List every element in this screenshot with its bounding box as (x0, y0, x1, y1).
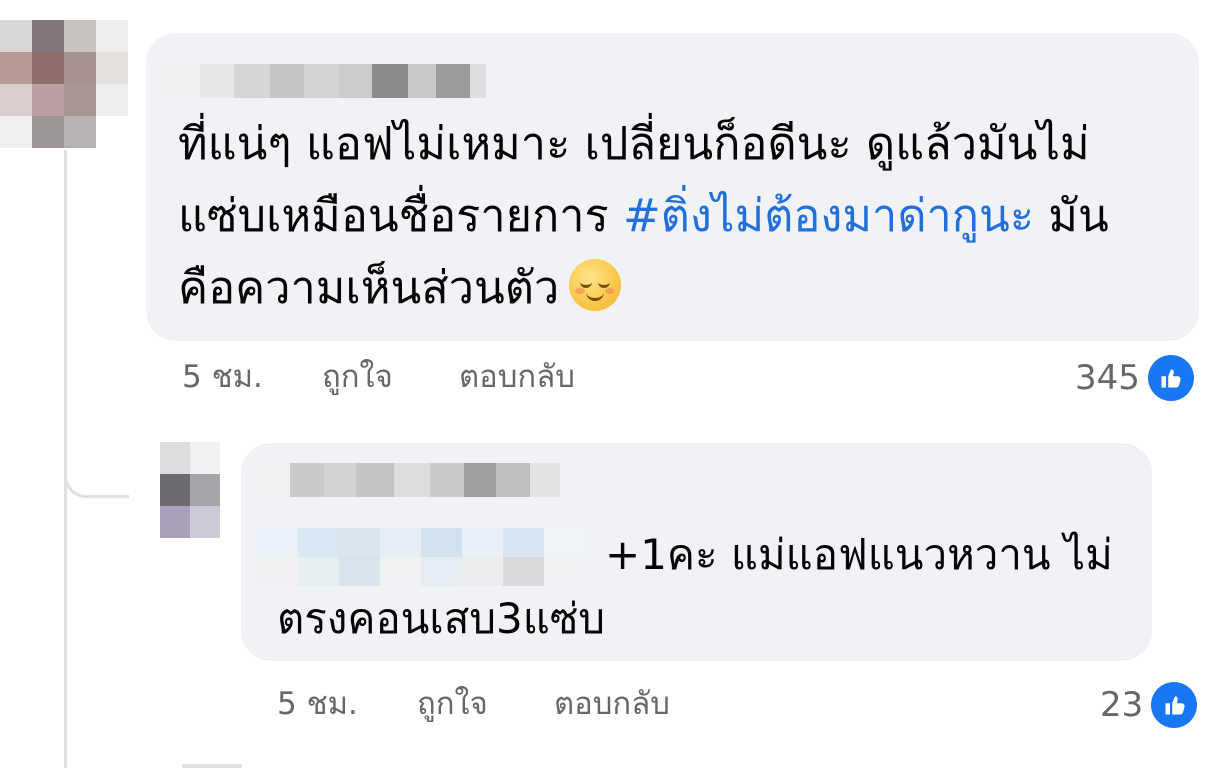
main-comment-text: ที่แน่ๆ แอฟไม่เหมาะ เปลี่ยนก็อดีนะ ดูแล้… (178, 108, 1157, 324)
reply-button[interactable]: ตอบกลับ (459, 357, 575, 397)
reply-comment-timestamp[interactable]: 5 ชม. (277, 684, 417, 724)
reaction-summary[interactable]: 345 (1075, 355, 1194, 401)
reply-avatar-blurred[interactable] (160, 442, 220, 538)
reply-reaction-count: 23 (1100, 685, 1144, 725)
like-button[interactable]: ถูกใจ (322, 357, 459, 397)
reply-connector-elbow (64, 425, 129, 498)
reply-comment-text-line-2: ตรงคอนเสบ3แซ่บ (277, 594, 605, 643)
commenter-name-blurred[interactable] (162, 64, 486, 98)
main-comment-bubble: ที่แน่ๆ แอฟไม่เหมาะ เปลี่ยนก็อดีนะ ดูแล้… (146, 33, 1199, 341)
reply-comment-actions: 5 ชม. ถูกใจ ตอบกลับ (277, 684, 670, 724)
reply-comment-bubble: +1คะ แม่แอฟแนวหวาน ไม่ ตรงคอนเสบ3แซ่บ (241, 443, 1152, 661)
comment-hashtag-link[interactable]: #ติ่งไม่ต้องมาด่ากูนะ (623, 189, 1034, 242)
like-thumb-icon (1147, 355, 1194, 401)
main-comment-actions: 5 ชม. ถูกใจ ตอบกลับ (182, 357, 575, 397)
reply-commenter-detail-blurred (257, 528, 585, 586)
reply-reply-button[interactable]: ตอบกลับ (554, 684, 670, 724)
reply-comment-text-line-1: +1คะ แม่แอฟแนวหวาน ไม่ (605, 530, 1113, 579)
like-thumb-icon (1151, 682, 1198, 728)
reply-reaction-summary[interactable]: 23 (1100, 682, 1198, 728)
reply-commenter-name-blurred[interactable] (260, 463, 580, 497)
reaction-count: 345 (1075, 358, 1140, 398)
commenter-avatar-blurred[interactable] (0, 20, 128, 148)
comment-timestamp[interactable]: 5 ชม. (182, 357, 322, 397)
reply-like-button[interactable]: ถูกใจ (417, 684, 554, 724)
next-comment-edge (182, 764, 242, 768)
relieved-face-emoji (569, 259, 622, 311)
